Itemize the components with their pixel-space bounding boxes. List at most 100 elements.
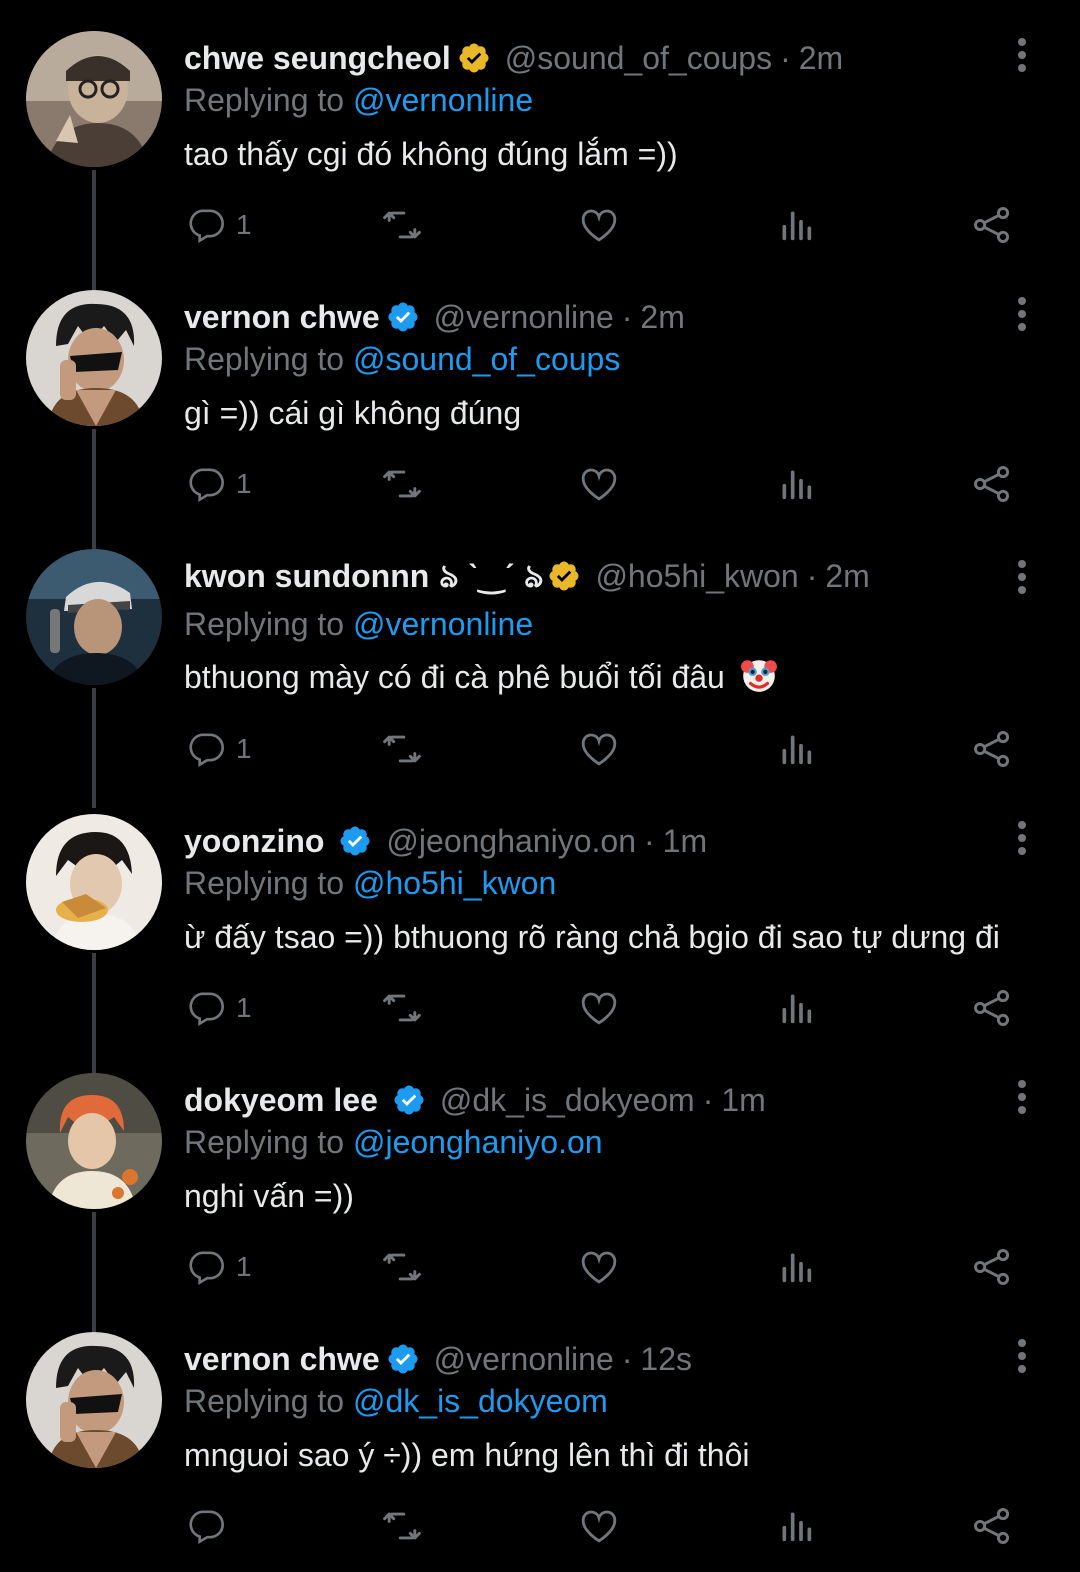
gold-verified-icon[interactable] — [457, 41, 491, 75]
timestamp[interactable]: 2m — [825, 556, 869, 596]
reply-icon — [189, 1510, 224, 1545]
blue-verified-icon[interactable] — [386, 1342, 420, 1376]
reply-button[interactable]: 1 — [186, 200, 252, 250]
user-handle[interactable]: @jeonghaniyo.on — [386, 821, 636, 861]
like-button[interactable] — [578, 1501, 620, 1551]
display-name[interactable]: yoonzino — [184, 821, 324, 861]
more-options-icon[interactable] — [1007, 1337, 1037, 1377]
more-options-icon[interactable] — [1007, 36, 1037, 76]
tweet-actions: 1 — [0, 983, 1080, 1033]
share-button[interactable] — [970, 1242, 1014, 1292]
views-button[interactable] — [776, 724, 816, 774]
reply-button[interactable]: 1 — [186, 459, 252, 509]
share-button[interactable] — [970, 983, 1014, 1033]
reply-button[interactable]: 1 — [186, 983, 252, 1033]
replying-to-link[interactable]: @vernonline — [353, 606, 533, 642]
reply-button[interactable]: 1 — [186, 1242, 252, 1292]
clown-face-icon — [740, 660, 777, 692]
user-handle[interactable]: @vernonline — [434, 297, 614, 337]
replying-label: Replying to — [184, 1383, 345, 1419]
like-button[interactable] — [578, 983, 620, 1033]
views-button[interactable] — [776, 983, 816, 1033]
timestamp[interactable]: 1m — [721, 1080, 765, 1120]
replying-to-link[interactable]: @ho5hi_kwon — [353, 865, 556, 901]
views-button[interactable] — [776, 459, 816, 509]
retweet-button[interactable] — [380, 200, 424, 250]
avatar[interactable] — [26, 814, 162, 950]
like-button[interactable] — [578, 200, 620, 250]
replying-to-link[interactable]: @jeonghaniyo.on — [353, 1124, 603, 1160]
like-icon — [581, 1251, 617, 1284]
replying-to: Replying to @vernonline — [184, 604, 533, 644]
tweet-header: kwon sundonnn ঌ ˋ‿ˊ ঌ @ho5hi_kwon · 2m — [184, 556, 870, 596]
user-handle[interactable]: @sound_of_coups — [505, 38, 772, 78]
retweet-button[interactable] — [380, 459, 424, 509]
retweet-button[interactable] — [380, 1242, 424, 1292]
like-button[interactable] — [578, 459, 620, 509]
share-button[interactable] — [970, 1501, 1014, 1551]
blue-verified-icon[interactable] — [338, 824, 372, 858]
tweet-text: gì =)) cái gì không đúng — [184, 395, 522, 431]
tweet-actions — [0, 1501, 1080, 1551]
like-icon — [581, 1510, 617, 1543]
blue-verified-icon[interactable] — [386, 300, 420, 334]
display-name[interactable]: kwon sundonnn — [184, 556, 429, 596]
views-button[interactable] — [776, 200, 816, 250]
views-button[interactable] — [776, 1501, 816, 1551]
retweet-icon — [383, 1253, 421, 1281]
tweet[interactable]: kwon sundonnn ঌ ˋ‿ˊ ঌ @ho5hi_kwon · 2m R… — [0, 518, 1080, 808]
gold-verified-icon[interactable] — [547, 559, 581, 593]
avatar[interactable] — [26, 1332, 162, 1468]
like-button[interactable] — [578, 1242, 620, 1292]
display-name[interactable]: vernon chwe — [184, 1339, 380, 1379]
display-name[interactable]: dokyeom lee — [184, 1080, 378, 1120]
timestamp[interactable]: 12s — [640, 1339, 692, 1379]
views-icon — [782, 211, 812, 241]
blue-verified-icon[interactable] — [392, 1083, 426, 1117]
more-options-icon[interactable] — [1007, 819, 1037, 859]
display-name[interactable]: chwe seungcheol — [184, 38, 451, 78]
avatar[interactable] — [26, 549, 162, 685]
avatar[interactable] — [26, 290, 162, 426]
replying-to-link[interactable]: @dk_is_dokyeom — [353, 1383, 608, 1419]
replying-to-link[interactable]: @vernonline — [353, 82, 533, 118]
views-icon — [782, 1253, 812, 1283]
reply-button[interactable]: 1 — [186, 724, 252, 774]
timestamp[interactable]: 2m — [799, 38, 843, 78]
timestamp[interactable]: 1m — [663, 821, 707, 861]
replying-to: Replying to @sound_of_coups — [184, 339, 620, 379]
user-handle[interactable]: @dk_is_dokyeom — [440, 1080, 695, 1120]
retweet-icon — [383, 735, 421, 763]
reply-button[interactable] — [186, 1501, 236, 1551]
timestamp[interactable]: 2m — [640, 297, 684, 337]
reply-count: 1 — [236, 733, 252, 764]
share-button[interactable] — [970, 200, 1014, 250]
display-name[interactable]: vernon chwe — [184, 297, 380, 337]
separator: · — [643, 823, 655, 859]
share-button[interactable] — [970, 459, 1014, 509]
tweet-text: ừ đấy tsao =)) bthuong rõ ràng chả bgio … — [184, 919, 1000, 955]
tweet[interactable]: vernon chwe @vernonline · 12s Replying t… — [0, 1301, 1080, 1560]
share-button[interactable] — [970, 724, 1014, 774]
retweet-button[interactable] — [380, 983, 424, 1033]
tweet[interactable]: vernon chwe @vernonline · 2m Replying to… — [0, 259, 1080, 549]
avatar[interactable] — [26, 1073, 162, 1209]
user-handle[interactable]: @vernonline — [434, 1339, 614, 1379]
user-handle[interactable]: @ho5hi_kwon — [595, 556, 798, 596]
like-icon — [581, 733, 617, 766]
more-options-icon[interactable] — [1007, 1078, 1037, 1118]
tweet[interactable]: yoonzino @jeonghaniyo.on · 1m Replying t… — [0, 783, 1080, 1073]
tweet[interactable]: dokyeom lee @dk_is_dokyeom · 1m Replying… — [0, 1042, 1080, 1332]
avatar[interactable] — [26, 31, 162, 167]
tweet[interactable]: chwe seungcheol @sound_of_coups · 2m Rep… — [0, 0, 1080, 290]
like-icon — [581, 209, 617, 242]
views-button[interactable] — [776, 1242, 816, 1292]
more-options-icon[interactable] — [1007, 558, 1037, 598]
tweet-actions: 1 — [0, 1242, 1080, 1292]
more-options-icon[interactable] — [1007, 295, 1037, 335]
retweet-button[interactable] — [380, 1501, 424, 1551]
replying-to-link[interactable]: @sound_of_coups — [353, 341, 620, 377]
like-button[interactable] — [578, 724, 620, 774]
replying-to: Replying to @ho5hi_kwon — [184, 863, 556, 903]
retweet-button[interactable] — [380, 724, 424, 774]
